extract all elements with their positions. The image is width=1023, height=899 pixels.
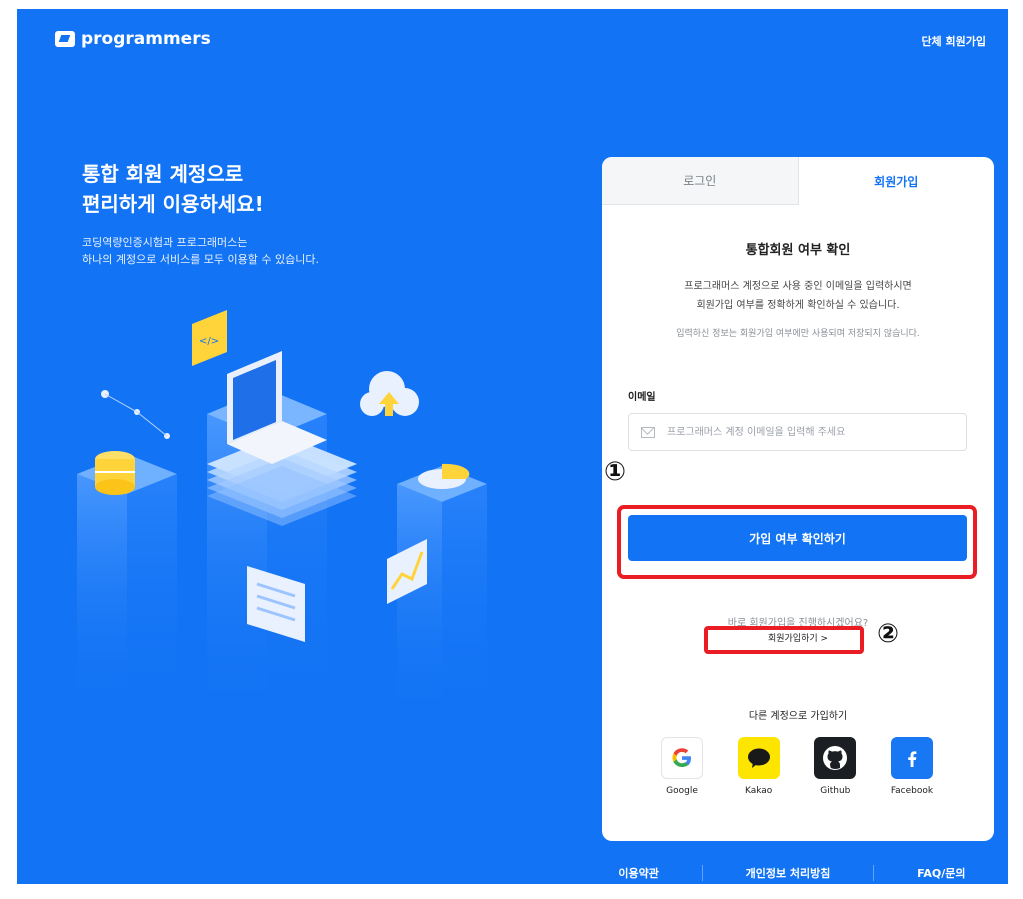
- database-icon: [95, 451, 135, 495]
- programmers-logo[interactable]: programmers: [55, 29, 211, 49]
- brand-name: programmers: [81, 29, 211, 49]
- social-kakao-label: Kakao: [744, 786, 773, 796]
- social-github-label: Github: [820, 786, 851, 796]
- social-google-label: Google: [666, 786, 698, 796]
- hero-desc-line2: 하나의 계정으로 서비스를 모두 이용할 수 있습니다.: [82, 253, 319, 266]
- page-background: programmers 단체 회원가입 통합 회원 계정으로 편리하게 이용하세…: [17, 9, 1008, 884]
- mail-icon: [641, 426, 655, 438]
- privacy-note: 입력하신 정보는 회원가입 여부에만 사용되며 저장되지 않습니다.: [676, 329, 920, 339]
- social-facebook-label: Facebook: [890, 786, 934, 796]
- hero-illustration: </>: [77, 310, 487, 724]
- annotation-marker-1: ①: [604, 457, 627, 487]
- email-label: 이메일: [628, 392, 656, 403]
- programmers-logo-icon: [55, 31, 75, 47]
- kakao-icon[interactable]: [737, 737, 780, 779]
- footer-divider: [701, 865, 703, 881]
- hero-desc-line1: 코딩역량인증시험과 프로그래머스는: [82, 236, 248, 249]
- email-field[interactable]: [628, 413, 967, 451]
- facebook-icon[interactable]: [890, 737, 933, 779]
- footer-divider: [873, 865, 875, 881]
- footer-terms-link[interactable]: 이용약관: [618, 865, 658, 881]
- code-card-icon: </>: [192, 310, 227, 366]
- social-github[interactable]: Github: [805, 737, 865, 796]
- svg-text:</>: </>: [199, 336, 219, 347]
- auth-tabs: 로그인 회원가입: [602, 157, 994, 205]
- form-desc-line1: 프로그래머스 계정으로 사용 중인 이메일을 입력하시면: [684, 281, 912, 292]
- annotation-marker-2: ②: [877, 619, 900, 649]
- pillar-right: [397, 466, 487, 724]
- tab-login[interactable]: 로그인: [602, 157, 799, 205]
- social-kakao[interactable]: Kakao: [729, 737, 789, 796]
- signup-card: 로그인 회원가입 통합회원 여부 확인 프로그래머스 계정으로 사용 중인 이메…: [602, 157, 994, 841]
- github-icon[interactable]: [814, 737, 857, 779]
- footer-privacy-link[interactable]: 개인정보 처리방침: [746, 865, 831, 881]
- hero-description: 코딩역량인증시험과 프로그래머스는 하나의 계정으로 서비스를 모두 이용할 수…: [82, 234, 319, 268]
- social-facebook[interactable]: Facebook: [882, 737, 942, 796]
- hero-title-line2: 편리하게 이용하세요!: [82, 192, 264, 216]
- footer-links: 이용약관 개인정보 처리방침 FAQ/문의: [597, 865, 987, 881]
- social-google[interactable]: Google: [652, 737, 712, 796]
- hero-title-line1: 통합 회원 계정으로: [82, 162, 244, 186]
- footer-faq-link[interactable]: FAQ/문의: [917, 865, 965, 881]
- social-login-list: Google Kakao Github Facebook: [652, 737, 942, 796]
- form-description: 프로그래머스 계정으로 사용 중인 이메일을 입력하시면 회원가입 여부를 정확…: [602, 277, 994, 315]
- annotation-highlight-signup-link: [704, 626, 864, 654]
- network-dots-icon: [101, 390, 170, 439]
- google-icon[interactable]: [661, 737, 703, 779]
- hero-title: 통합 회원 계정으로 편리하게 이용하세요!: [82, 159, 264, 219]
- group-signup-link[interactable]: 단체 회원가입: [921, 33, 986, 49]
- cloud-upload-icon: [360, 371, 419, 416]
- social-signup-title: 다른 계정으로 가입하기: [748, 711, 848, 722]
- form-title: 통합회원 여부 확인: [745, 243, 851, 258]
- email-input[interactable]: [665, 425, 959, 439]
- tab-signup[interactable]: 회원가입: [799, 157, 995, 205]
- annotation-highlight-submit: [617, 505, 977, 579]
- form-desc-line2: 회원가입 여부를 정확하게 확인하실 수 있습니다.: [696, 300, 900, 311]
